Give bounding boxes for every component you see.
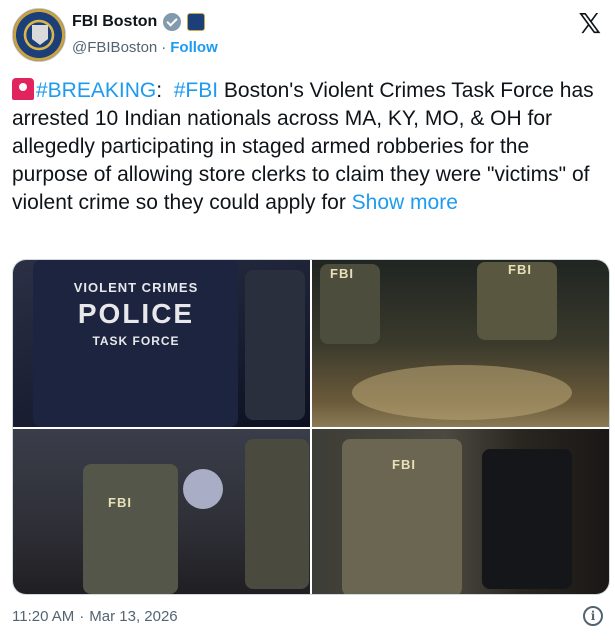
author-handle[interactable]: @FBIBoston (72, 39, 157, 56)
flashlight-glow (183, 469, 223, 509)
shirt-text-line3: TASK FORCE (92, 334, 180, 348)
photo-agents-vests[interactable]: FBI FBI (312, 260, 609, 427)
hashtag-fbi[interactable]: #FBI (174, 79, 218, 102)
tweet-header: FBI Boston @FBIBoston · Follow 𝕏 (12, 8, 603, 64)
fbi-seal-icon (32, 25, 48, 45)
timestamp-date: Mar 13, 2026 (89, 608, 178, 625)
photo-task-force-shirt[interactable]: VIOLENT CRIMES POLICE TASK FORCE (13, 260, 310, 427)
affiliation-badge-icon[interactable] (187, 13, 206, 31)
vest-center (83, 464, 178, 594)
shirt-text-line1: VIOLENT CRIMES (73, 280, 199, 295)
author-name-row: FBI Boston (72, 13, 206, 31)
verified-badge-icon[interactable] (163, 13, 182, 31)
tweet-text: #BREAKING: #FBI Boston's Violent Crimes … (12, 77, 604, 217)
author-name[interactable]: FBI Boston (72, 13, 157, 31)
info-icon[interactable]: i (583, 606, 603, 626)
photo-agent-back[interactable]: FBI (13, 429, 310, 594)
vest-fbi-label: FBI (330, 266, 354, 281)
photo-grid: VIOLENT CRIMES POLICE TASK FORCE FBI FBI… (12, 259, 610, 595)
vest-fbi-label-3: FBI (108, 495, 132, 510)
tweet-timestamp[interactable]: 11:20 AM · Mar 13, 2026 (12, 608, 178, 625)
siren-emoji-icon (12, 78, 34, 100)
hashtag-breaking[interactable]: #BREAKING (36, 79, 156, 102)
follow-button[interactable]: Follow (170, 39, 218, 56)
shirt-text-line2: POLICE (77, 298, 195, 329)
colon-text: : (156, 79, 163, 102)
timestamp-time: 11:20 AM (12, 608, 75, 625)
separator-dot: · (161, 39, 167, 56)
car-door (482, 449, 572, 589)
author-handle-row: @FBIBoston · Follow (72, 39, 218, 56)
author-avatar[interactable] (12, 8, 66, 62)
vest-right-edge (245, 439, 309, 589)
car-roof-reflection (352, 365, 572, 420)
timestamp-separator: · (79, 608, 85, 625)
photo-agent-car[interactable]: FBI (312, 429, 609, 594)
show-more-link[interactable]: Show more (352, 191, 458, 214)
agent-silhouette (245, 270, 305, 420)
vest-fbi-label-4: FBI (392, 457, 416, 472)
x-logo-icon[interactable]: 𝕏 (578, 10, 601, 38)
vest-fbi-label-2: FBI (508, 262, 532, 277)
